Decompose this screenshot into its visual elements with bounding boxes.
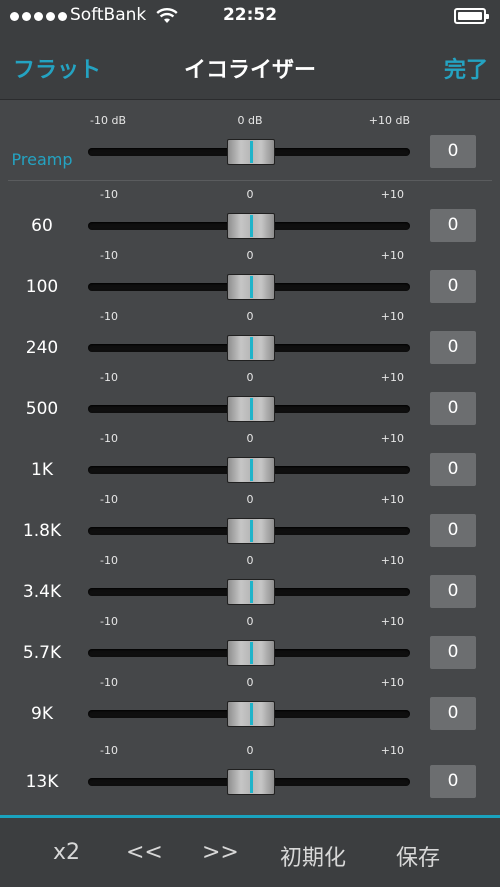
band-min-label: -10 <box>100 310 118 323</box>
band-min-label: -10 <box>100 493 118 506</box>
band-slider-thumb[interactable] <box>227 457 275 483</box>
band-value[interactable]: 0 <box>430 636 476 669</box>
band-min-label: -10 <box>100 744 118 757</box>
band-row-3-4k: 3.4K -10 0 +10 0 <box>0 554 500 610</box>
band-min-label: -10 <box>100 188 118 201</box>
preamp-slider-thumb[interactable] <box>227 139 275 165</box>
band-mid-label: 0 <box>246 310 254 323</box>
band-slider-thumb[interactable] <box>227 640 275 666</box>
next-preset-button[interactable]: >> <box>202 840 239 865</box>
band-label: 500 <box>25 399 59 419</box>
band-row-60: 60 -10 0 +10 0 <box>0 188 500 244</box>
band-max-label: +10 <box>380 554 404 567</box>
band-label: 60 <box>31 216 53 236</box>
band-row-9k: 9K -10 0 +10 0 <box>0 676 500 732</box>
band-slider-thumb[interactable] <box>227 518 275 544</box>
band-label: 1.8K <box>22 521 62 541</box>
preamp-label: Preamp <box>11 150 73 169</box>
preamp-row: Preamp -10 dB 0 dB +10 dB 0 <box>0 114 500 170</box>
band-row-100: 100 -10 0 +10 0 <box>0 249 500 305</box>
band-value[interactable]: 0 <box>430 392 476 425</box>
preamp-min-label: -10 dB <box>90 114 126 127</box>
band-row-1k: 1K -10 0 +10 0 <box>0 432 500 488</box>
band-min-label: -10 <box>100 371 118 384</box>
band-min-label: -10 <box>100 432 118 445</box>
band-value[interactable]: 0 <box>430 209 476 242</box>
band-label: 13K <box>25 772 59 792</box>
band-label: 9K <box>31 704 53 724</box>
band-value[interactable]: 0 <box>430 765 476 798</box>
band-slider-thumb[interactable] <box>227 769 275 795</box>
band-label: 100 <box>25 277 59 297</box>
band-value[interactable]: 0 <box>430 514 476 547</box>
band-row-240: 240 -10 0 +10 0 <box>0 310 500 366</box>
divider <box>8 180 492 181</box>
band-min-label: -10 <box>100 676 118 689</box>
band-mid-label: 0 <box>246 432 254 445</box>
band-max-label: +10 <box>380 744 404 757</box>
band-max-label: +10 <box>380 310 404 323</box>
page-title: イコライザー <box>183 58 316 83</box>
band-label: 1K <box>31 460 53 480</box>
band-max-label: +10 <box>380 249 404 262</box>
band-row-1-8k: 1.8K -10 0 +10 0 <box>0 493 500 549</box>
status-bar: SoftBank 22:52 <box>0 0 500 34</box>
band-mid-label: 0 <box>246 554 254 567</box>
band-label: 240 <box>25 338 59 358</box>
band-max-label: +10 <box>380 371 404 384</box>
band-row-13k: 13K -10 0 +10 0 <box>0 744 500 800</box>
band-mid-label: 0 <box>246 188 254 201</box>
band-max-label: +10 <box>380 676 404 689</box>
bottom-toolbar: x2 << >> 初期化 保存 <box>0 818 500 887</box>
preamp-mid-label: 0 dB <box>237 114 263 127</box>
band-mid-label: 0 <box>246 744 254 757</box>
band-slider-thumb[interactable] <box>227 213 275 239</box>
band-value[interactable]: 0 <box>430 575 476 608</box>
band-row-500: 500 -10 0 +10 0 <box>0 371 500 427</box>
band-max-label: +10 <box>380 493 404 506</box>
x2-button[interactable]: x2 <box>53 840 80 865</box>
band-value[interactable]: 0 <box>430 697 476 730</box>
previous-preset-button[interactable]: << <box>126 840 163 865</box>
preamp-max-label: +10 dB <box>368 114 410 127</box>
band-max-label: +10 <box>380 432 404 445</box>
band-max-label: +10 <box>380 188 404 201</box>
battery-icon <box>454 8 489 24</box>
band-slider-thumb[interactable] <box>227 274 275 300</box>
band-value[interactable]: 0 <box>430 270 476 303</box>
preamp-value[interactable]: 0 <box>430 135 476 168</box>
band-mid-label: 0 <box>246 371 254 384</box>
band-mid-label: 0 <box>246 615 254 628</box>
band-label: 3.4K <box>22 582 62 602</box>
band-label: 5.7K <box>22 643 62 663</box>
band-slider-thumb[interactable] <box>227 579 275 605</box>
nav-bar: フラット イコライザー 完了 <box>0 34 500 100</box>
band-min-label: -10 <box>100 615 118 628</box>
band-row-5-7k: 5.7K -10 0 +10 0 <box>0 615 500 671</box>
band-mid-label: 0 <box>246 493 254 506</box>
band-slider-thumb[interactable] <box>227 396 275 422</box>
band-value[interactable]: 0 <box>430 453 476 486</box>
band-slider-thumb[interactable] <box>227 701 275 727</box>
band-min-label: -10 <box>100 554 118 567</box>
status-time: 22:52 <box>222 5 278 25</box>
done-button[interactable]: 完了 <box>444 52 488 84</box>
band-min-label: -10 <box>100 249 118 262</box>
band-mid-label: 0 <box>246 249 254 262</box>
band-value[interactable]: 0 <box>430 331 476 364</box>
reset-button[interactable]: 初期化 <box>280 840 346 872</box>
save-button[interactable]: 保存 <box>396 840 440 872</box>
band-mid-label: 0 <box>246 676 254 689</box>
band-slider-thumb[interactable] <box>227 335 275 361</box>
band-max-label: +10 <box>380 615 404 628</box>
